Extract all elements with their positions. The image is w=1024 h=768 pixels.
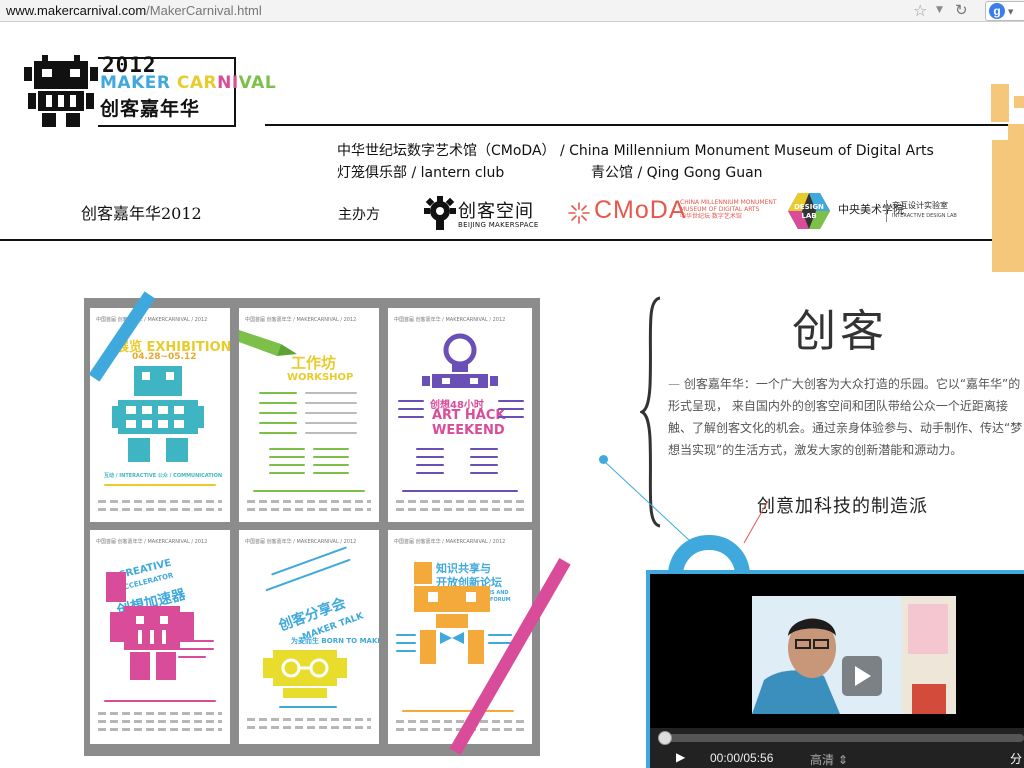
play-overlay-button[interactable] (842, 656, 882, 696)
connector-dot (599, 455, 608, 464)
robot-icon (106, 572, 194, 680)
pencil-icon (239, 330, 297, 356)
poster-creative-accelerator[interactable]: 中国首届 创客嘉年华 / MAKERCARNIVAL / 2012 CREATI… (90, 530, 230, 744)
bookmark-star-icon[interactable]: ☆ (913, 1, 927, 20)
connector-lines (603, 460, 768, 544)
deco-block-1 (991, 84, 1009, 122)
sponsor-beijing-makerspace[interactable]: 创客空间 BEIJING MAKERSPACE (424, 194, 539, 232)
seek-bar[interactable] (658, 734, 1024, 742)
deco-block-4 (1008, 124, 1024, 140)
dropdown-arrow-icon[interactable]: ▼ (936, 5, 943, 15)
presenter-image (752, 596, 956, 714)
header-divider (265, 124, 1024, 126)
organizer-qing-gong-guan: 青公馆 / Qing Gong Guan (591, 165, 763, 181)
search-engine-box[interactable]: g ▼ (985, 1, 1024, 21)
starburst-icon (568, 202, 590, 224)
video-frame (752, 596, 956, 714)
play-icon (855, 666, 871, 686)
deco-block-2 (1014, 96, 1024, 108)
poster-title: 工作坊 (291, 354, 337, 372)
google-icon: g (989, 3, 1005, 19)
organizer-lantern-club: 灯笼俱乐部 / lantern club (337, 165, 505, 181)
video-time: 00:00/05:56 (710, 751, 774, 765)
intro-paragraph: — 创客嘉年华：一个广大创客为大众打造的乐园。它以“嘉年华”的形式呈现， 来自国… (668, 377, 1023, 457)
robot-icon (24, 55, 98, 127)
share-button[interactable]: 分 (1010, 750, 1022, 767)
poster-workshop[interactable]: 中国首届 创客嘉年华 / MAKERCARNIVAL / 2012 工作坊 WO… (239, 308, 379, 522)
brand-title: 创客嘉年华2012 (81, 204, 202, 223)
quality-selector[interactable]: 高清 ⇕ (810, 751, 848, 768)
lightbulb-icon (422, 333, 498, 388)
play-button[interactable]: ▶ (676, 750, 685, 764)
maker-carnival-logo[interactable]: 2012 MAKER CARNIVAL 创客嘉年华 (24, 53, 276, 127)
gear-robot-icon (424, 196, 456, 230)
slogan: 创意加科技的制造派 (757, 496, 928, 517)
reload-icon[interactable]: ↻ (955, 1, 968, 19)
glasses-robot-icon (263, 650, 347, 698)
header-bottom-line (0, 239, 1024, 241)
robot-icon (112, 366, 204, 462)
chevron-down-icon: ▼ (1008, 8, 1014, 16)
poster-art-hack-weekend[interactable]: 中国首届 创客嘉年华 / MAKERCARNIVAL / 2012 创想48小时… (388, 308, 532, 522)
seek-handle[interactable] (658, 731, 672, 745)
host-label: 主办方 (338, 207, 380, 223)
sponsor-cafa-design-lab[interactable]: DESIGN LAB 中央美术学院 交互设计实验室 INTERACTIVE DE… (788, 192, 957, 232)
browser-url-bar[interactable]: www.makercarnival.com/MakerCarnival.html… (0, 0, 1024, 22)
svg-text:LAB: LAB (801, 212, 816, 220)
logo-wordmark: MAKER CARNIVAL (100, 73, 277, 93)
svg-text:DESIGN: DESIGN (794, 203, 824, 211)
section-heading: 创客 (792, 306, 888, 357)
deco-block-3 (992, 140, 1024, 272)
robot-icon (414, 562, 490, 664)
video-player[interactable]: ▶ 00:00/05:56 高清 ⇕ 分 (646, 570, 1024, 768)
poster-grid: 中国首届 创客嘉年华 / MAKERCARNIVAL / 2012 展览 EXH… (84, 298, 540, 756)
sponsor-cmoda[interactable]: CMoDA CHINA MILLENNIUM MONUMENT MUSEUM O… (568, 196, 777, 228)
video-controls: ▶ 00:00/05:56 高清 ⇕ 分 (650, 728, 1024, 768)
poster-open-innovation-forum[interactable]: 中国首届 创客嘉年华 / MAKERCARNIVAL / 2012 知识共享与 … (388, 530, 532, 744)
logo-chinese: 创客嘉年华 (100, 98, 201, 120)
poster-maker-talk[interactable]: 中国首届 创客嘉年华 / MAKERCARNIVAL / 2012 创客分享会 … (239, 530, 379, 744)
organizer-cmoda: 中华世纪坛数字艺术馆（CMoDA） / China Millennium Mon… (337, 143, 934, 159)
url-text[interactable]: www.makercarnival.com/MakerCarnival.html (6, 3, 262, 18)
design-lab-badge-icon: DESIGN LAB (788, 193, 830, 229)
